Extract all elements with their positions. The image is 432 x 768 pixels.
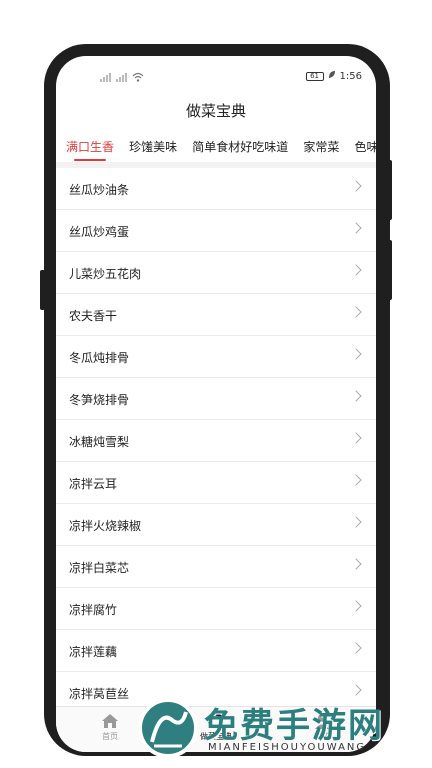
phone-side-button xyxy=(387,240,392,300)
chevron-right-icon xyxy=(350,558,362,570)
status-time: 1:56 xyxy=(339,70,362,82)
tab-category[interactable]: 简单食材好吃味道 xyxy=(192,138,288,159)
list-item-label: 凉拌火烧辣椒 xyxy=(69,519,142,533)
list-item-label: 儿菜炒五花肉 xyxy=(69,267,142,281)
list-item[interactable]: 丝瓜炒油条 xyxy=(56,168,376,210)
tab-category[interactable]: 珍馐美味 xyxy=(129,138,177,159)
chevron-right-icon xyxy=(350,390,362,402)
status-bar: 61 1:56 xyxy=(56,66,376,90)
chevron-right-icon xyxy=(350,516,362,528)
nav-label: 首页 xyxy=(102,732,118,741)
list-item-label: 冬笋烧排骨 xyxy=(69,393,130,407)
list-item[interactable]: 凉拌腐竹 xyxy=(56,588,376,630)
list-item-label: 丝瓜炒鸡蛋 xyxy=(69,225,130,239)
list-item-label: 农夫香干 xyxy=(69,309,118,323)
chevron-right-icon xyxy=(350,306,362,318)
watermark-subtitle: MIANFEISHOUYOUWANG xyxy=(208,742,367,753)
page-title: 做菜宝典 xyxy=(185,102,246,120)
list-item[interactable]: 冬瓜炖排骨 xyxy=(56,336,376,378)
chevron-right-icon xyxy=(350,348,362,360)
tab-category[interactable]: 家常菜 xyxy=(303,138,339,159)
chevron-right-icon xyxy=(350,642,362,654)
list-item-label: 凉拌莴苣丝 xyxy=(69,687,130,701)
chevron-right-icon xyxy=(350,474,362,486)
list-item[interactable]: 农夫香干 xyxy=(56,294,376,336)
list-item-label: 凉拌莲藕 xyxy=(69,645,118,659)
chevron-right-icon xyxy=(350,432,362,444)
recipe-list: 丝瓜炒油条 丝瓜炒鸡蛋 儿菜炒五花肉 农夫香干 冬瓜炖排骨 冬笋烧排骨 冰糖炖雪… xyxy=(56,168,376,714)
signal-icon xyxy=(116,72,128,85)
list-item-label: 冰糖炖雪梨 xyxy=(69,435,130,449)
list-item-label: 凉拌腐竹 xyxy=(69,603,118,617)
list-item[interactable]: 丝瓜炒鸡蛋 xyxy=(56,210,376,252)
home-icon xyxy=(80,713,140,729)
category-tabs: 满口生香 珍馐美味 简单食材好吃味道 家常菜 色味 xyxy=(56,136,376,164)
status-right: 61 1:56 xyxy=(305,70,362,82)
list-item[interactable]: 凉拌云耳 xyxy=(56,462,376,504)
list-item-label: 凉拌白菜芯 xyxy=(69,561,130,575)
list-item[interactable]: 冬笋烧排骨 xyxy=(56,378,376,420)
phone-side-button xyxy=(387,160,392,220)
list-item[interactable]: 凉拌莲藕 xyxy=(56,630,376,672)
list-item[interactable]: 冰糖炖雪梨 xyxy=(56,420,376,462)
list-item-label: 冬瓜炖排骨 xyxy=(69,351,130,365)
nav-home[interactable]: 首页 xyxy=(80,713,140,742)
chevron-right-icon xyxy=(350,264,362,276)
list-item[interactable]: 儿菜炒五花肉 xyxy=(56,252,376,294)
list-item[interactable]: 凉拌火烧辣椒 xyxy=(56,504,376,546)
chevron-right-icon xyxy=(350,600,362,612)
signal-indicators xyxy=(100,72,144,85)
leaf-icon xyxy=(328,70,336,82)
list-item[interactable]: 凉拌白菜芯 xyxy=(56,546,376,588)
watermark-title: 免费手游网 xyxy=(204,706,384,746)
chevron-right-icon xyxy=(350,180,362,192)
list-item-label: 丝瓜炒油条 xyxy=(69,183,130,197)
watermark-logo-icon xyxy=(138,698,198,758)
tab-category[interactable]: 色味 xyxy=(354,138,376,159)
signal-icon xyxy=(100,72,112,85)
battery-icon: 61 xyxy=(305,71,324,81)
watermark: 免费手游网 MIANFEISHOUYOUWANG xyxy=(138,696,428,762)
list-item-label: 凉拌云耳 xyxy=(69,477,118,491)
tab-category[interactable]: 满口生香 xyxy=(66,138,114,161)
chevron-right-icon xyxy=(350,222,362,234)
chevron-right-icon xyxy=(350,684,362,696)
phone-side-button xyxy=(40,270,45,310)
app-screen: 61 1:56 做菜宝典 满口生香 珍馐美味 简单食材好吃味道 家常菜 色味 丝… xyxy=(56,56,376,752)
wifi-icon xyxy=(132,72,144,85)
